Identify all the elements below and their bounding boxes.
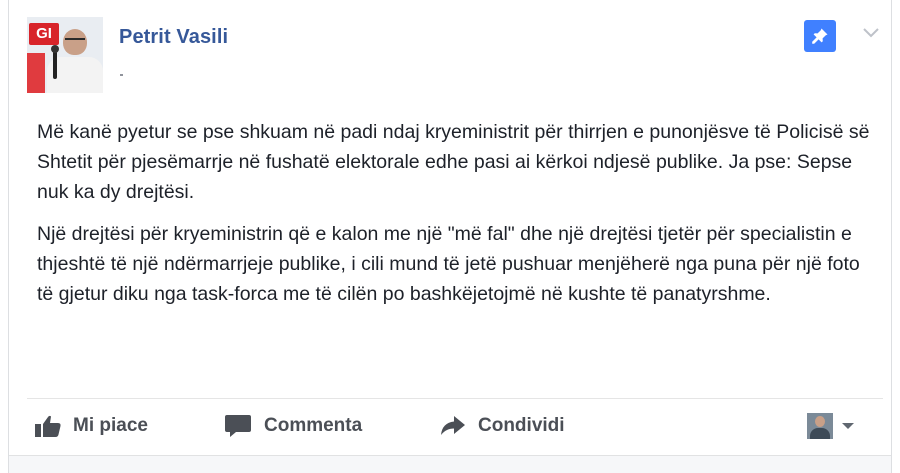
actions-divider	[27, 398, 883, 399]
comments-area	[9, 455, 891, 473]
share-button[interactable]: Condividi	[440, 406, 565, 446]
post-actions-bar: Mi piace Commenta Condividi	[27, 406, 883, 446]
thumbs-up-icon	[35, 415, 61, 437]
caret-down-icon	[842, 423, 854, 429]
post-body: Më kanë pyetur se pse shkuam në padi nda…	[37, 117, 877, 321]
like-label: Mi piace	[73, 415, 148, 436]
post-card: GI Petrit Vasili Më kanë pyetur se pse s…	[8, 0, 892, 473]
pin-icon	[812, 28, 828, 44]
comment-label: Commenta	[264, 415, 363, 436]
author-name-link[interactable]: Petrit Vasili	[119, 26, 228, 49]
comment-bubble-icon	[225, 415, 251, 437]
pin-button[interactable]	[804, 20, 836, 52]
post-header: GI Petrit Vasili	[27, 17, 887, 97]
viewer-avatar	[807, 413, 833, 439]
like-button[interactable]: Mi piace	[35, 406, 148, 446]
avatar-logo: GI	[29, 23, 59, 45]
avatar-glasses	[65, 38, 85, 43]
post-meta	[120, 74, 123, 76]
share-arrow-icon	[441, 416, 465, 435]
audience-selector[interactable]	[807, 413, 859, 439]
post-options-chevron[interactable]	[860, 23, 882, 43]
post-paragraph-1: Më kanë pyetur se pse shkuam në padi nda…	[37, 121, 870, 203]
microphone-icon	[51, 45, 59, 79]
post-paragraph-2: Një drejtësi për kryeministrin që e kalo…	[37, 223, 860, 305]
author-avatar[interactable]: GI	[27, 17, 103, 93]
avatar-background-red	[27, 53, 45, 93]
comment-button[interactable]: Commenta	[224, 406, 362, 446]
share-label: Condividi	[478, 415, 565, 436]
chevron-down-icon	[863, 28, 879, 38]
